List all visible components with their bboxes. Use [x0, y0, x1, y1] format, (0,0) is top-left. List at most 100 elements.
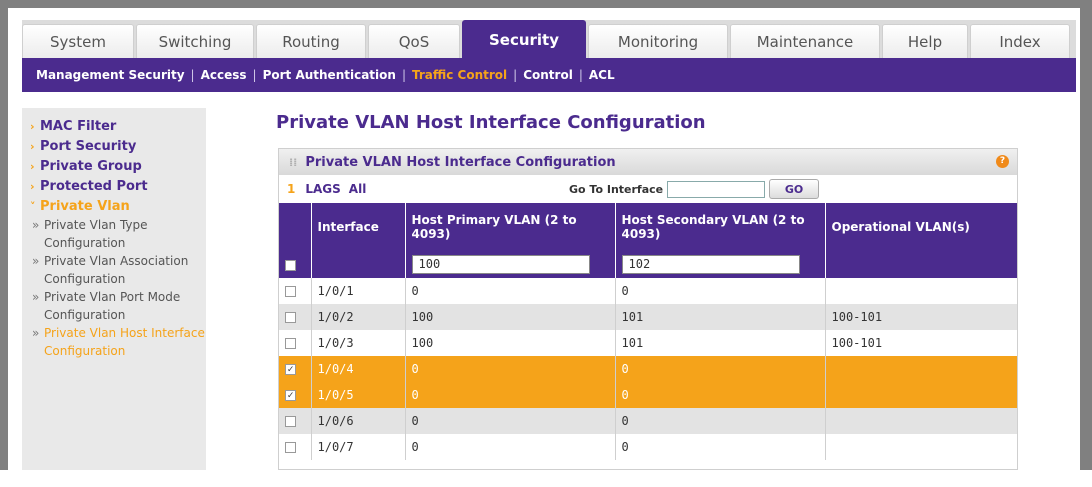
operational-vlan-cell: 100-101: [825, 330, 1017, 356]
goto-interface-input[interactable]: [667, 180, 766, 198]
interface-filter-row: 1 LAGS All Go To Interface GO: [279, 175, 1017, 203]
nav-protected-port[interactable]: › Protected Port: [22, 176, 206, 196]
subnav-traffic-control[interactable]: Traffic Control: [406, 68, 513, 82]
table-row[interactable]: 1/0/7 0 0: [279, 434, 1017, 460]
subnav-port-authentication[interactable]: Port Authentication: [257, 68, 402, 82]
tab-qos[interactable]: QoS: [368, 24, 460, 58]
table-row[interactable]: 1/0/3 100 101 100-101: [279, 330, 1017, 356]
operational-vlan-cell: [825, 434, 1017, 460]
secondary-vlan-cell: 101: [615, 330, 826, 356]
row-checkbox[interactable]: [285, 312, 296, 323]
interface-cell: 1/0/2: [311, 304, 406, 330]
nav-private-vlan-port-mode-configuration[interactable]: » Private Vlan Port Mode Configuration: [22, 288, 206, 324]
table-row[interactable]: 1/0/1 0 0: [279, 278, 1017, 304]
filter-unit-1[interactable]: 1: [287, 182, 295, 196]
primary-vlan-cell: 100: [405, 330, 616, 356]
tab-security[interactable]: Security: [462, 20, 586, 58]
panel-title: Private VLAN Host Interface Configuratio…: [305, 154, 616, 170]
table-row[interactable]: 1/0/2 100 101 100-101: [279, 304, 1017, 330]
left-nav: › MAC Filter › Port Security › Private G…: [22, 108, 206, 470]
table-header-row: Interface Host Primary VLAN (2 to 4093) …: [279, 203, 1017, 251]
subnav-access[interactable]: Access: [195, 68, 253, 82]
tab-switching[interactable]: Switching: [136, 24, 254, 58]
edit-row-checkbox-cell: [279, 251, 312, 278]
select-all-checkbox[interactable]: [285, 259, 296, 271]
operational-vlan-cell: [825, 278, 1017, 304]
bullet-icon: »: [32, 290, 40, 304]
nav-private-vlan-association-configuration[interactable]: » Private Vlan Association Configuration: [22, 252, 206, 288]
nav-mac-filter[interactable]: › MAC Filter: [22, 116, 206, 136]
interface-cell: 1/0/4: [311, 356, 406, 382]
subnav-management-security[interactable]: Management Security: [30, 68, 191, 82]
subnav-control[interactable]: Control: [517, 68, 579, 82]
nav-sub-label: Private Vlan Host Interface Configuratio…: [44, 326, 205, 358]
nav-sub-label: Private Vlan Association Configuration: [44, 254, 189, 286]
nav-private-vlan[interactable]: ˅ Private Vlan: [22, 196, 206, 216]
secondary-vlan-cell: 0: [615, 434, 826, 460]
host-secondary-vlan-input[interactable]: 102: [621, 255, 800, 274]
security-subnav: Management Security | Access | Port Auth…: [22, 58, 1076, 92]
tab-routing[interactable]: Routing: [256, 24, 366, 58]
primary-vlan-cell: 0: [405, 356, 616, 382]
table-row[interactable]: ✓ 1/0/5 0 0: [279, 382, 1017, 408]
help-icon[interactable]: ?: [996, 155, 1009, 168]
bullet-icon: »: [32, 326, 40, 340]
chevron-right-icon: ›: [30, 119, 35, 133]
config-panel: ⁞⁞ Private VLAN Host Interface Configura…: [278, 148, 1018, 470]
top-tab-bar: System Switching Routing QoS Security Mo…: [22, 20, 1076, 58]
tab-help[interactable]: Help: [882, 24, 968, 58]
filter-all[interactable]: All: [349, 182, 367, 196]
row-checkbox-cell: [279, 408, 312, 434]
nav-label: MAC Filter: [40, 118, 117, 134]
nav-label: Private Vlan: [40, 198, 130, 214]
subnav-acl[interactable]: ACL: [583, 68, 621, 82]
operational-vlan-cell: [825, 356, 1017, 382]
tab-monitoring[interactable]: Monitoring: [588, 24, 728, 58]
table-row[interactable]: ✓ 1/0/4 0 0: [279, 356, 1017, 382]
nav-sub-label: Private Vlan Port Mode Configuration: [44, 290, 181, 322]
row-checkbox[interactable]: [285, 286, 296, 297]
host-primary-vlan-input[interactable]: 100: [411, 255, 590, 274]
operational-vlan-cell: [825, 382, 1017, 408]
header-interface[interactable]: Interface: [311, 203, 406, 251]
nav-port-security[interactable]: › Port Security: [22, 136, 206, 156]
nav-private-vlan-type-configuration[interactable]: » Private Vlan Type Configuration: [22, 216, 206, 252]
row-checkbox[interactable]: [285, 338, 296, 349]
secondary-vlan-cell: 0: [615, 356, 826, 382]
edit-row-primary-cell: 100: [405, 251, 616, 278]
nav-label: Private Group: [40, 158, 142, 174]
header-host-secondary-vlan[interactable]: Host Secondary VLAN (2 to 4093): [615, 203, 826, 251]
row-checkbox[interactable]: [285, 416, 296, 427]
nav-private-group[interactable]: › Private Group: [22, 156, 206, 176]
row-checkbox-cell: [279, 278, 312, 304]
primary-vlan-cell: 0: [405, 408, 616, 434]
nav-private-vlan-host-interface-configuration[interactable]: » Private Vlan Host Interface Configurat…: [22, 324, 206, 360]
tab-system[interactable]: System: [22, 24, 134, 58]
row-checkbox-cell: [279, 330, 312, 356]
tab-index[interactable]: Index: [970, 24, 1070, 58]
grip-icon: ⁞⁞: [289, 155, 298, 169]
edit-row: 100 102: [279, 251, 1017, 278]
edit-row-operational-cell: [825, 251, 1017, 278]
bullet-icon: »: [32, 218, 40, 232]
primary-vlan-cell: 0: [405, 278, 616, 304]
tab-maintenance[interactable]: Maintenance: [730, 24, 880, 58]
interface-cell: 1/0/7: [311, 434, 406, 460]
checked-checkbox[interactable]: ✓: [285, 364, 296, 375]
host-interface-table: Interface Host Primary VLAN (2 to 4093) …: [279, 203, 1017, 460]
interface-cell: 1/0/1: [311, 278, 406, 304]
header-host-primary-vlan[interactable]: Host Primary VLAN (2 to 4093): [405, 203, 616, 251]
interface-cell: 1/0/6: [311, 408, 406, 434]
checked-checkbox[interactable]: ✓: [285, 390, 296, 401]
chevron-right-icon: ›: [30, 179, 35, 193]
header-operational-vlans[interactable]: Operational VLAN(s): [825, 203, 1017, 251]
interface-cell: 1/0/5: [311, 382, 406, 408]
secondary-vlan-cell: 0: [615, 278, 826, 304]
filter-lags[interactable]: LAGS: [305, 182, 340, 196]
go-button[interactable]: GO: [769, 179, 820, 199]
chevron-right-icon: ›: [30, 159, 35, 173]
table-row[interactable]: 1/0/6 0 0: [279, 408, 1017, 434]
row-checkbox-cell: [279, 434, 312, 460]
row-checkbox[interactable]: [285, 442, 296, 453]
nav-label: Protected Port: [40, 178, 148, 194]
